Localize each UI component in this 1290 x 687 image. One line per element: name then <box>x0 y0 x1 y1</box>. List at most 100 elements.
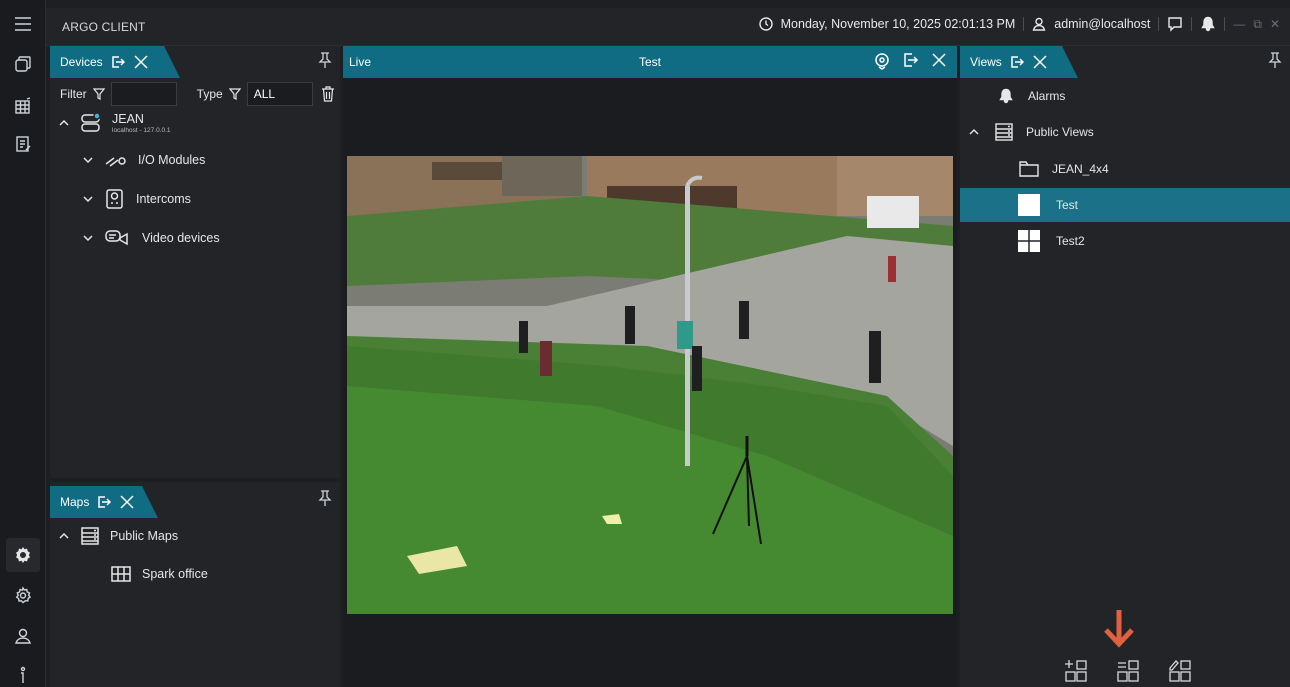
map-item[interactable]: Spark office <box>110 564 208 584</box>
view-item-label: JEAN_4x4 <box>1052 162 1109 176</box>
tab-maps-label: Maps <box>60 495 90 509</box>
folder-list-icon <box>81 527 99 545</box>
server-node[interactable]: JEAN localhost - 127.0.0.1 <box>58 112 171 134</box>
server-name: JEAN <box>112 112 144 126</box>
folder-icon <box>1019 161 1039 177</box>
pin-icon[interactable] <box>318 52 332 71</box>
live-view-title: Test <box>638 55 661 69</box>
filter-icon <box>92 88 105 100</box>
close-icon[interactable]: ✕ <box>1270 17 1280 31</box>
io-module-icon <box>105 157 126 167</box>
divider <box>1023 17 1025 31</box>
maps-folder-label: Public Maps <box>110 529 179 543</box>
tree-label: I/O Modules <box>138 153 206 167</box>
view-item-label: Test <box>1056 198 1079 212</box>
settings-icon[interactable] <box>6 538 40 572</box>
server-icon <box>81 112 101 132</box>
single-layout-icon <box>1018 194 1040 216</box>
pin-icon[interactable] <box>1268 52 1282 71</box>
tree-label: Video devices <box>142 231 220 245</box>
maps-folder[interactable]: Public Maps <box>58 526 178 546</box>
clock-icon <box>758 17 773 31</box>
type-select[interactable]: ALL <box>246 82 313 106</box>
filter-icon <box>228 88 241 100</box>
divider <box>1158 17 1160 31</box>
chevron-down-icon[interactable] <box>82 232 94 244</box>
views-alarms-label: Alarms <box>1028 89 1066 103</box>
tree-group-video-devices[interactable]: Video devices <box>82 228 220 248</box>
report-icon[interactable] <box>11 132 35 156</box>
map-item-label: Spark office <box>142 567 208 581</box>
advanced-settings-icon[interactable] <box>11 584 35 608</box>
tab-devices-label: Devices <box>60 55 103 69</box>
live-header: Live Test <box>343 46 957 78</box>
pin-icon[interactable] <box>318 490 332 509</box>
chevron-up-icon[interactable] <box>968 126 980 138</box>
user-icon <box>1032 17 1046 31</box>
map-icon <box>111 566 131 582</box>
filter-label: Filter <box>60 87 87 101</box>
maps-panel: Maps Public Maps Spark office <box>50 482 340 687</box>
undock-icon[interactable] <box>97 495 111 509</box>
undock-icon[interactable] <box>903 52 919 68</box>
add-view-icon[interactable] <box>1064 659 1088 683</box>
divider <box>1224 17 1226 31</box>
server-address: localhost - 127.0.0.1 <box>112 127 171 134</box>
tree-group-io-modules[interactable]: I/O Modules <box>82 152 205 168</box>
undock-icon[interactable] <box>1010 55 1024 69</box>
app-title: ARGO CLIENT <box>62 20 146 34</box>
views-panel: Views Alarms Public Views JEAN_4x4 Test … <box>960 46 1290 687</box>
ptz-icon[interactable] <box>873 52 891 70</box>
tab-views[interactable]: Views <box>960 46 1078 78</box>
tab-views-label: Views <box>970 55 1002 69</box>
type-label: Type <box>196 87 223 101</box>
tab-maps[interactable]: Maps <box>50 486 158 518</box>
tree-label: Intercoms <box>136 192 191 206</box>
views-alarms[interactable]: Alarms <box>960 79 1290 113</box>
divider <box>1191 17 1193 31</box>
map-editor-icon[interactable] <box>11 94 35 118</box>
minimize-icon[interactable]: — <box>1233 17 1245 31</box>
views-folder[interactable]: Public Views <box>960 115 1290 149</box>
chevron-down-icon[interactable] <box>82 193 94 205</box>
close-icon[interactable] <box>1032 54 1048 70</box>
live-video-feed[interactable] <box>347 156 953 614</box>
tab-devices[interactable]: Devices <box>50 46 180 78</box>
datetime: Monday, November 10, 2025 02:01:13 PM <box>780 17 1016 31</box>
chevron-up-icon[interactable] <box>58 117 70 129</box>
views-folder-label: Public Views <box>1026 125 1094 139</box>
user-icon[interactable] <box>11 624 35 648</box>
left-rail <box>0 0 46 687</box>
view-item[interactable]: Test2 <box>960 224 1290 258</box>
close-icon[interactable] <box>119 494 135 510</box>
tree-group-intercoms[interactable]: Intercoms <box>82 188 191 210</box>
undock-icon[interactable] <box>111 55 125 69</box>
view-item[interactable]: JEAN_4x4 <box>960 152 1290 186</box>
filter-input[interactable] <box>110 82 177 106</box>
current-user[interactable]: admin@localhost <box>1054 17 1150 31</box>
live-panel: Live Test <box>343 46 957 687</box>
chat-icon[interactable] <box>1167 16 1183 32</box>
windows-icon[interactable] <box>11 52 35 76</box>
manage-views-icon[interactable] <box>1116 659 1140 683</box>
close-icon[interactable] <box>133 54 149 70</box>
hamburger-menu-icon[interactable] <box>11 12 35 36</box>
devices-panel: Devices Filter Type ALL JEAN localhost -… <box>50 46 340 478</box>
restore-icon[interactable]: ⧉ <box>1253 17 1262 32</box>
folder-list-icon <box>995 123 1013 141</box>
quad-layout-icon <box>1018 230 1040 252</box>
bell-icon[interactable] <box>1200 16 1216 32</box>
close-icon[interactable] <box>931 52 947 68</box>
view-item-selected[interactable]: Test <box>960 188 1290 222</box>
trash-icon[interactable] <box>321 86 335 102</box>
arrow-down-icon <box>1104 610 1134 648</box>
chevron-down-icon[interactable] <box>82 154 94 166</box>
camera-icon <box>105 230 128 246</box>
top-bar: ARGO CLIENT Monday, November 10, 2025 02… <box>46 8 1290 46</box>
intercom-icon <box>106 189 123 209</box>
chevron-up-icon[interactable] <box>58 530 70 542</box>
info-icon[interactable] <box>11 662 35 686</box>
edit-view-icon[interactable] <box>1168 659 1192 683</box>
bell-icon <box>999 88 1013 104</box>
camera-frame-image <box>347 156 953 614</box>
